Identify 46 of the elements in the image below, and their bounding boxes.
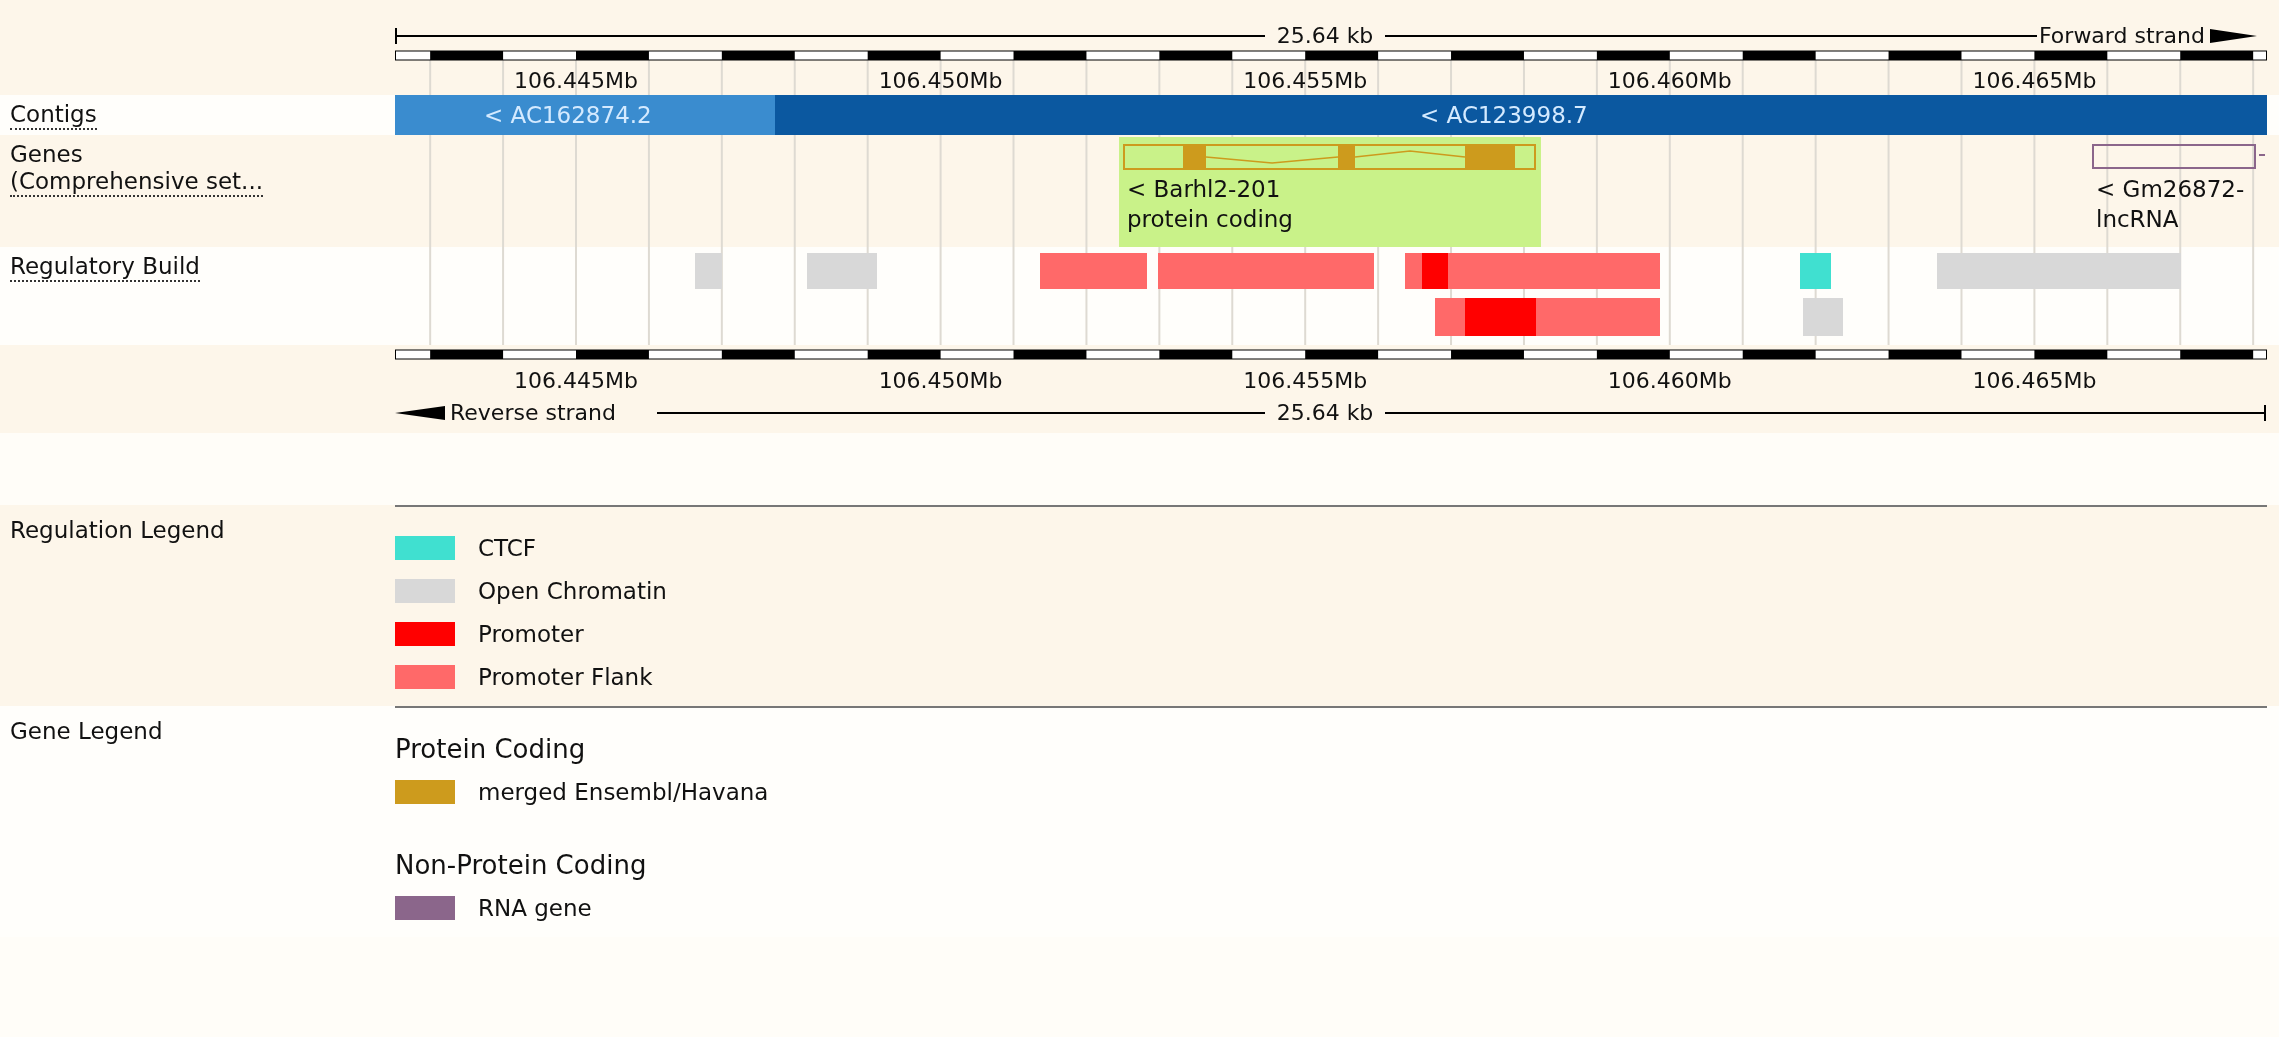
legend-group-title: Non-Protein Coding	[395, 850, 648, 880]
regulatory-feature[interactable]	[1800, 253, 1831, 289]
legend-title: Regulation Legend	[10, 517, 225, 543]
legend-label: Promoter	[478, 620, 584, 649]
track-label[interactable]: Regulatory Build	[10, 253, 200, 282]
gene-biotype: lncRNA	[2096, 206, 2179, 232]
strand-label: Forward strand	[2039, 23, 2205, 48]
arrowhead-icon	[2210, 29, 2257, 43]
regulatory-feature[interactable]	[1465, 298, 1536, 336]
legend-group-title: Protein Coding	[395, 734, 587, 764]
contig-label: < AC123998.7	[1420, 102, 1588, 128]
regulatory-feature[interactable]	[1937, 253, 2181, 289]
tick-label: 106.445Mb	[514, 368, 638, 393]
scale-length: 25.64 kb	[1276, 23, 1374, 48]
track-label[interactable]: Genes (Comprehensive set...	[10, 141, 264, 197]
tick-label: 106.455Mb	[1243, 368, 1368, 393]
regulatory-feature[interactable]	[1422, 253, 1448, 289]
legend-label: RNA gene	[478, 894, 592, 923]
tick-label: 106.465Mb	[1972, 368, 2097, 393]
legend-label: CTCF	[478, 534, 537, 563]
scale-length: 25.64 kb	[1276, 400, 1374, 425]
transcript-drawing[interactable]	[2092, 144, 2266, 169]
transcript-drawing[interactable]	[1123, 144, 1536, 170]
legend-label: Promoter Flank	[478, 663, 653, 692]
tick-label: 106.465Mb	[1972, 68, 2097, 93]
gene-biotype: protein coding	[1127, 206, 1293, 232]
tick-label: 106.460Mb	[1607, 368, 1732, 393]
track-label[interactable]: Contigs	[10, 101, 97, 130]
regulatory-feature[interactable]	[1405, 253, 1660, 289]
contig-label: < AC162874.2	[484, 102, 652, 128]
regulatory-feature[interactable]	[1158, 253, 1374, 289]
regulatory-feature[interactable]	[807, 253, 877, 289]
legend-label: Open Chromatin	[478, 577, 667, 606]
tick-label: 106.445Mb	[514, 68, 638, 93]
regulatory-feature[interactable]	[1040, 253, 1147, 289]
strand-label: Reverse strand	[450, 400, 616, 425]
gene-name: < Gm26872-	[2096, 176, 2245, 202]
legend-label: merged Ensembl/Havana	[478, 778, 769, 807]
regulatory-feature[interactable]	[1803, 298, 1843, 336]
tick-label: 106.460Mb	[1607, 68, 1732, 93]
tick-label: 106.450Mb	[878, 368, 1003, 393]
tick-label: 106.455Mb	[1243, 68, 1368, 93]
gene-name: < Barhl2-201	[1127, 176, 1281, 202]
legend-title: Gene Legend	[10, 718, 163, 744]
regulatory-feature[interactable]	[695, 253, 722, 289]
tick-label: 106.450Mb	[878, 68, 1003, 93]
